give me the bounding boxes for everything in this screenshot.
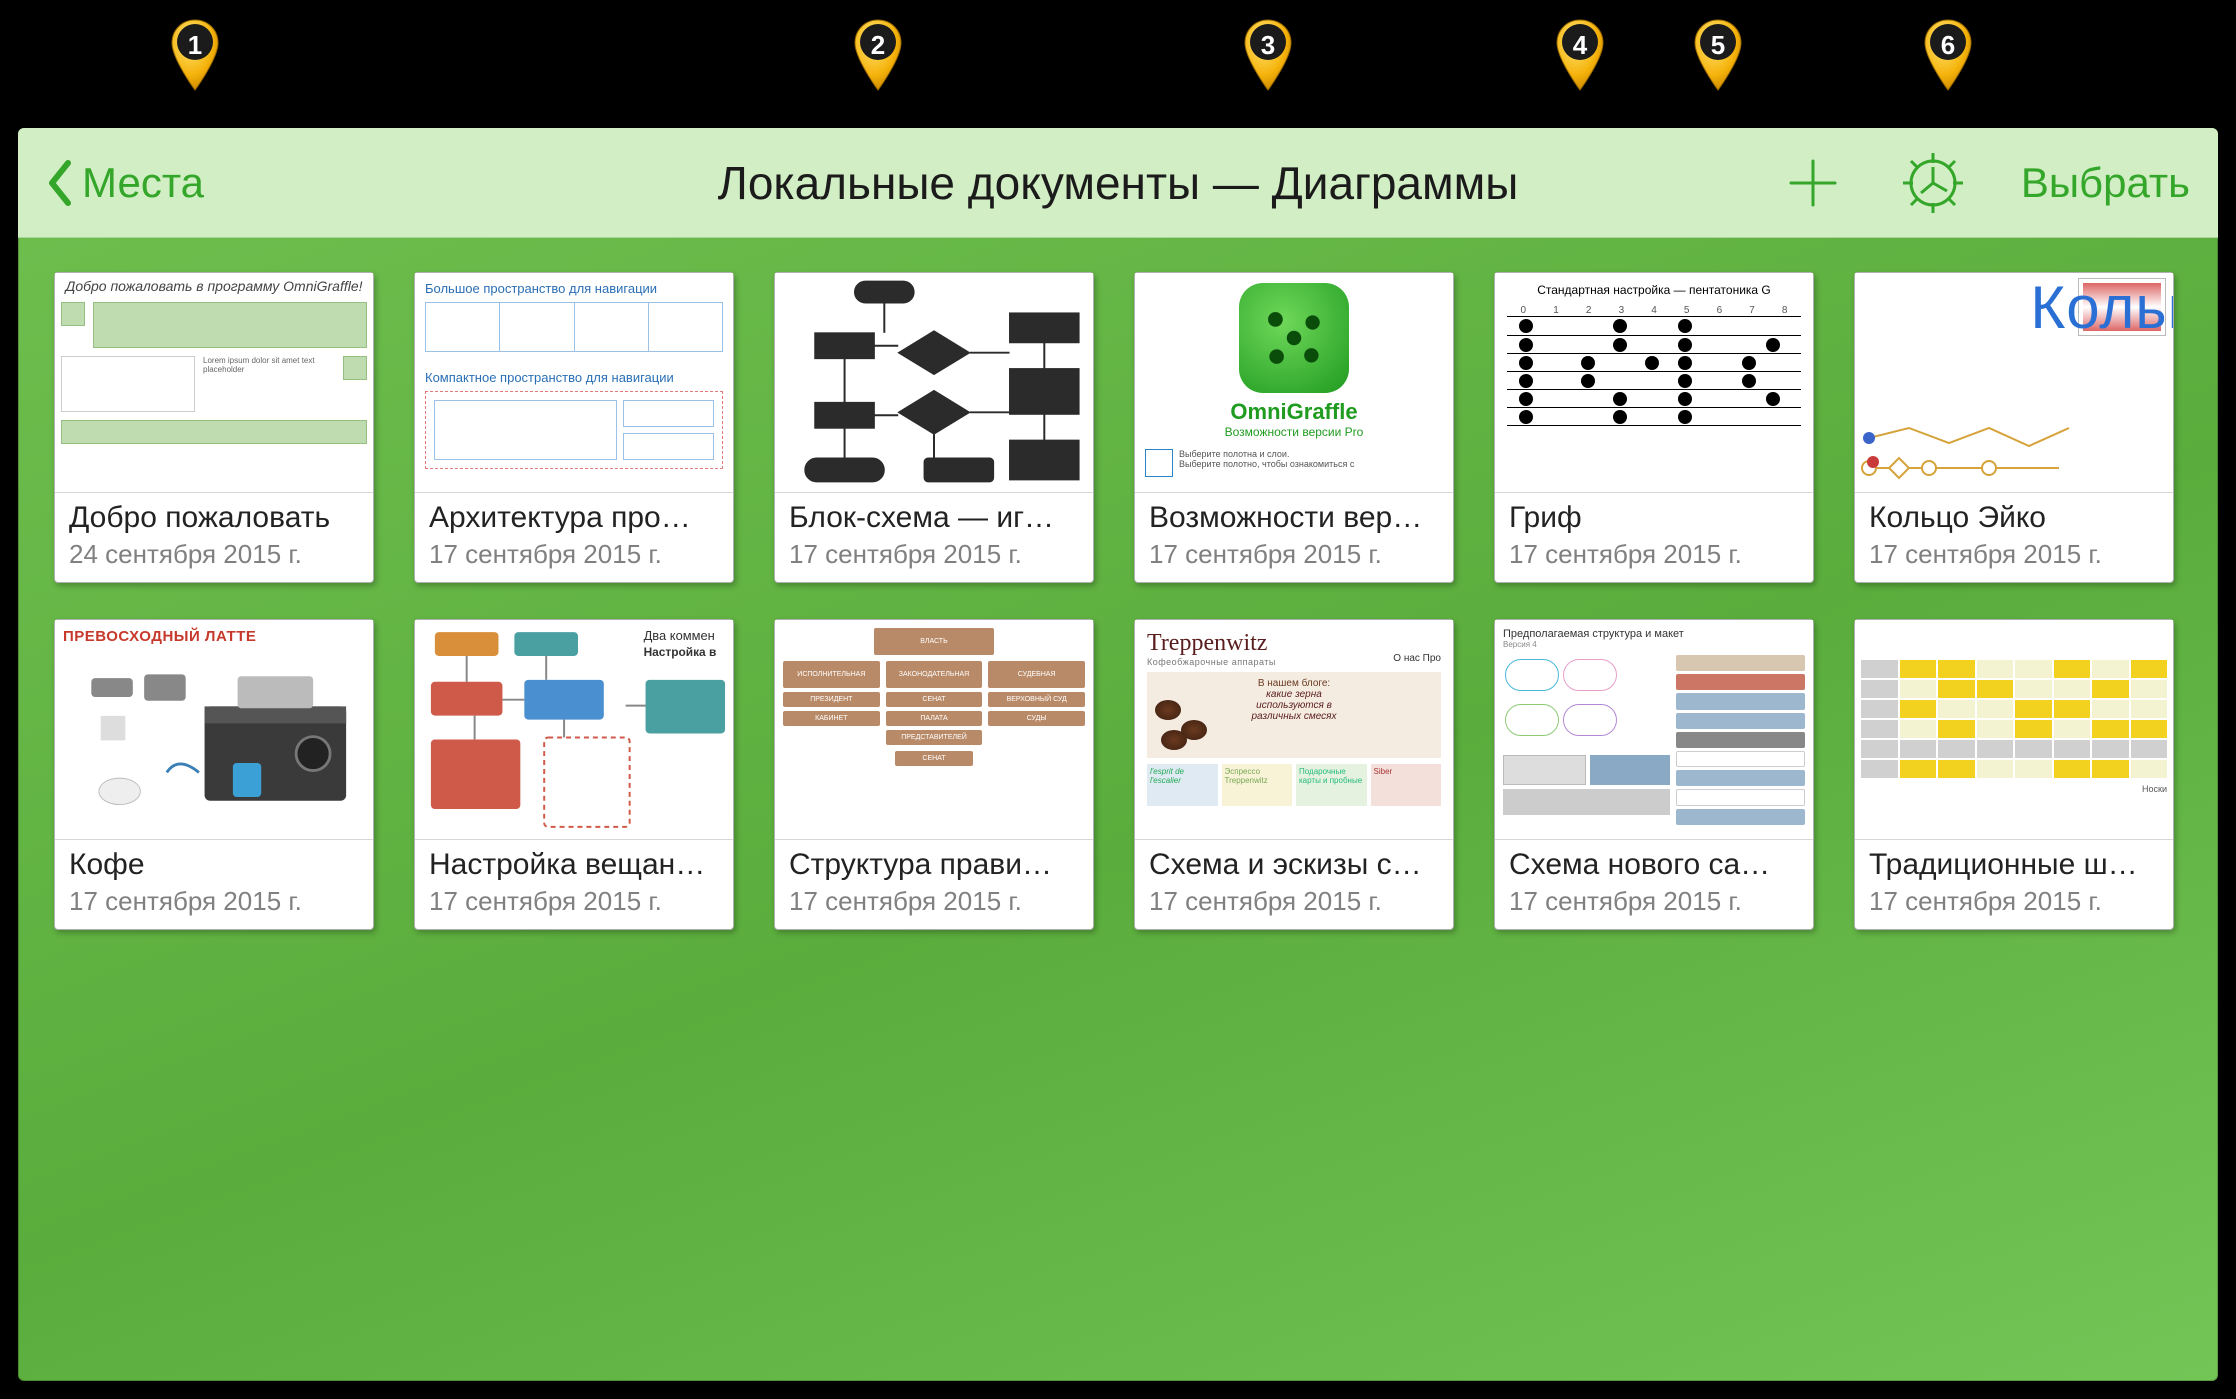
annotation-pin-1: 1 — [170, 18, 220, 92]
document-title: Схема нового са… — [1509, 848, 1799, 882]
document-thumbnail: Кольц — [1855, 273, 2173, 493]
document-date: 17 сентября 2015 г. — [1149, 539, 1439, 570]
document-title: Схема и эскизы с… — [1149, 848, 1439, 882]
document-grid: Добро пожаловать в программу OmniGraffle… — [18, 238, 2218, 964]
document-date: 17 сентября 2015 г. — [69, 886, 359, 917]
document-thumbnail: OmniGraffle Возможности версии Pro Выбер… — [1135, 273, 1453, 493]
annotation-pin-6: 6 — [1923, 18, 1973, 92]
document-date: 24 сентября 2015 г. — [69, 539, 359, 570]
document-item[interactable]: Два коммен Настройка в Настройка в — [414, 619, 734, 930]
back-label: Места — [82, 159, 204, 207]
document-item[interactable]: ВЛАСТЬ ИСПОЛНИТЕЛЬНАЯПРЕЗИДЕНТКАБИНЕТ ЗА… — [774, 619, 1094, 930]
document-thumbnail: Два коммен Настройка в — [415, 620, 733, 840]
document-date: 17 сентября 2015 г. — [789, 539, 1079, 570]
annotation-pin-2: 2 — [853, 18, 903, 92]
document-thumbnail: ВЛАСТЬ ИСПОЛНИТЕЛЬНАЯПРЕЗИДЕНТКАБИНЕТ ЗА… — [775, 620, 1093, 840]
document-thumbnail: Предполагаемая структура и макет Версия … — [1495, 620, 1813, 840]
document-thumbnail: Стандартная настройка — пентатоника G 01… — [1495, 273, 1813, 493]
annotation-pin-3: 3 — [1243, 18, 1293, 92]
document-title: Возможности вер… — [1149, 501, 1439, 535]
navigation-bar: Места Локальные документы — Диаграммы — [18, 128, 2218, 238]
document-date: 17 сентября 2015 г. — [429, 886, 719, 917]
document-date: 17 сентября 2015 г. — [1509, 886, 1799, 917]
document-thumbnail: Добро пожаловать в программу OmniGraffle… — [55, 273, 373, 493]
document-title: Добро пожаловать — [69, 501, 359, 535]
document-date: 17 сентября 2015 г. — [789, 886, 1079, 917]
document-date: 17 сентября 2015 г. — [429, 539, 719, 570]
document-item[interactable]: Предполагаемая структура и макет Версия … — [1494, 619, 1814, 930]
back-button[interactable]: Места — [46, 159, 204, 207]
settings-button[interactable] — [1901, 151, 1965, 215]
document-thumbnail: Treppenwitz Кофеобжарочные аппараты О на… — [1135, 620, 1453, 840]
document-item[interactable]: Стандартная настройка — пентатоника G 01… — [1494, 272, 1814, 583]
gear-icon — [1903, 153, 1963, 213]
app-window: Места Локальные документы — Диаграммы — [18, 128, 2218, 1381]
document-thumbnail: Большое пространство для навигации Компа… — [415, 273, 733, 493]
document-date: 17 сентября 2015 г. — [1149, 886, 1439, 917]
document-title: Кофе — [69, 848, 359, 882]
document-date: 17 сентября 2015 г. — [1869, 539, 2159, 570]
document-item[interactable]: OmniGraffle Возможности версии Pro Выбер… — [1134, 272, 1454, 583]
document-title: Настройка вещан… — [429, 848, 719, 882]
document-title: Традиционные ш… — [1869, 848, 2159, 882]
document-title: Блок-схема — иг… — [789, 501, 1079, 535]
document-title: Архитектура про… — [429, 501, 719, 535]
document-item[interactable]: Носки Традиционные ш… 17 сентября 2015 г… — [1854, 619, 2174, 930]
document-item[interactable]: Добро пожаловать в программу OmniGraffle… — [54, 272, 374, 583]
document-title: Гриф — [1509, 501, 1799, 535]
document-thumbnail — [775, 273, 1093, 493]
document-item[interactable]: Treppenwitz Кофеобжарочные аппараты О на… — [1134, 619, 1454, 930]
document-date: 17 сентября 2015 г. — [1509, 539, 1799, 570]
document-date: 17 сентября 2015 г. — [1869, 886, 2159, 917]
document-item[interactable]: Большое пространство для навигации Компа… — [414, 272, 734, 583]
svg-text:Настройка в: Настройка в — [644, 645, 717, 659]
chevron-left-icon — [46, 159, 74, 207]
document-thumbnail: ПРЕВОСХОДНЫЙ ЛАТТЕ — [55, 620, 373, 840]
document-item[interactable]: Блок-схема — иг… 17 сентября 2015 г. — [774, 272, 1094, 583]
plus-icon — [1785, 155, 1841, 211]
document-item[interactable]: Кольц Кольцо — [1854, 272, 2174, 583]
document-title: Структура прави… — [789, 848, 1079, 882]
annotation-pin-4: 4 — [1555, 18, 1605, 92]
svg-text:Два коммен: Два коммен — [644, 628, 715, 643]
document-title: Кольцо Эйко — [1869, 501, 2159, 535]
add-button[interactable] — [1781, 151, 1845, 215]
document-item[interactable]: ПРЕВОСХОДНЫЙ ЛАТТЕ Кофе 17 сентября 2015… — [54, 619, 374, 930]
nav-actions: Выбрать — [1781, 151, 2190, 215]
annotation-pin-5: 5 — [1693, 18, 1743, 92]
document-thumbnail: Носки — [1855, 620, 2173, 840]
select-button[interactable]: Выбрать — [2021, 159, 2190, 207]
